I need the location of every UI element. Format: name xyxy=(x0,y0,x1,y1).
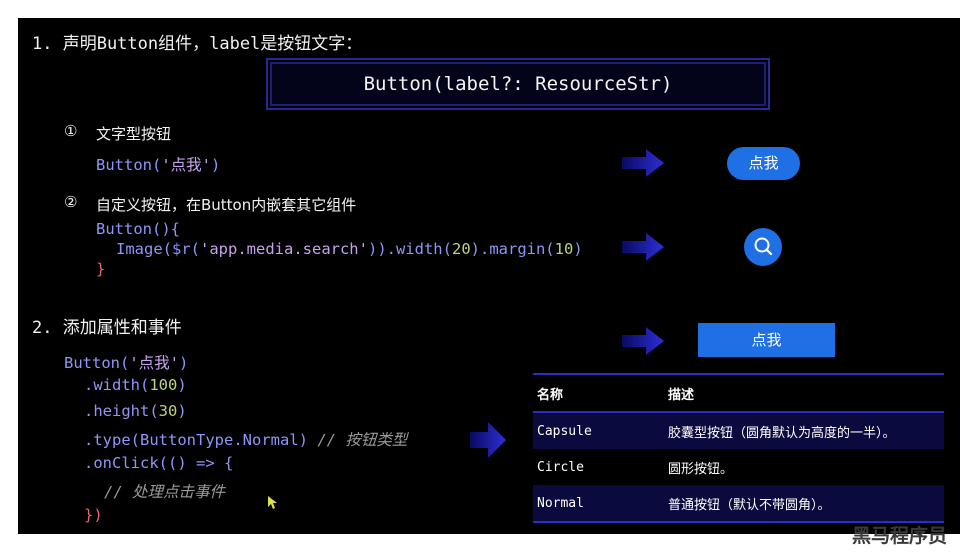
code-attr-line2: .width(100) xyxy=(84,376,187,394)
item1-number: ① xyxy=(64,122,78,140)
code-attr-line6: // 处理点击事件 xyxy=(104,483,225,501)
heading-declare-button: 1. 声明Button组件，label是按钮文字： xyxy=(32,34,363,54)
table-cell-name: Circle xyxy=(537,459,584,475)
signature-text: Button(label?: ResourceStr) xyxy=(363,73,673,95)
code-text-button: Button('点我') xyxy=(96,156,221,174)
slide: 1. 声明Button组件，label是按钮文字： Button(label?:… xyxy=(18,18,960,534)
code-attr-line1: Button('点我') xyxy=(64,354,189,372)
table-row: Normal 普通按钮（默认不带圆角）。 xyxy=(533,485,944,523)
table-cell-desc: 普通按钮（默认不带圆角）。 xyxy=(664,485,944,523)
demo-search-button[interactable] xyxy=(744,228,782,266)
table-cell-desc: 胶囊型按钮（圆角默认为高度的一半）。 xyxy=(664,412,944,449)
item1-title: 文字型按钮 xyxy=(96,125,172,143)
code-attr-line4: .type(ButtonType.Normal) // 按钮类型 xyxy=(84,431,408,449)
table-cell-desc: 圆形按钮。 xyxy=(668,461,734,477)
code-custom-line3: } xyxy=(96,260,106,278)
code-attr-line7: }) xyxy=(84,506,103,524)
search-icon xyxy=(754,237,773,256)
code-custom-line2: Image($r('app.media.search')).width(20).… xyxy=(116,240,583,258)
arrow-right-icon xyxy=(470,422,506,458)
table-header-name: 名称 xyxy=(533,373,664,413)
arrow-right-icon xyxy=(622,327,664,355)
button-type-table: 名称 描述 Capsule 胶囊型按钮（圆角默认为高度的一半）。 Circle … xyxy=(533,373,944,523)
table-cell-name: Normal xyxy=(533,485,664,523)
table-row: Capsule 胶囊型按钮（圆角默认为高度的一半）。 xyxy=(533,412,944,449)
arrow-right-icon xyxy=(622,233,664,261)
heading-attributes-events: 2. 添加属性和事件 xyxy=(32,318,182,338)
mouse-cursor-icon xyxy=(268,496,277,509)
code-custom-line1: Button(){ xyxy=(96,220,180,238)
table-row: Circle 圆形按钮。 xyxy=(533,449,944,485)
code-attr-line3: .height(30) xyxy=(84,402,187,420)
item2-title: 自定义按钮，在Button内嵌套其它组件 xyxy=(96,196,357,214)
code-attr-line5: .onClick(() => { xyxy=(84,454,234,472)
signature-box: Button(label?: ResourceStr) xyxy=(270,62,766,106)
table-cell-name: Capsule xyxy=(533,412,664,449)
demo-normal-button[interactable]: 点我 xyxy=(698,323,835,357)
arrow-right-icon xyxy=(622,149,664,177)
table-header-desc: 描述 xyxy=(664,373,944,413)
item2-number: ② xyxy=(64,193,78,211)
demo-capsule-button[interactable]: 点我 xyxy=(727,147,800,180)
watermark-logo: 黑马程序员 xyxy=(852,525,948,547)
table-header-row: 名称 描述 xyxy=(533,373,944,413)
